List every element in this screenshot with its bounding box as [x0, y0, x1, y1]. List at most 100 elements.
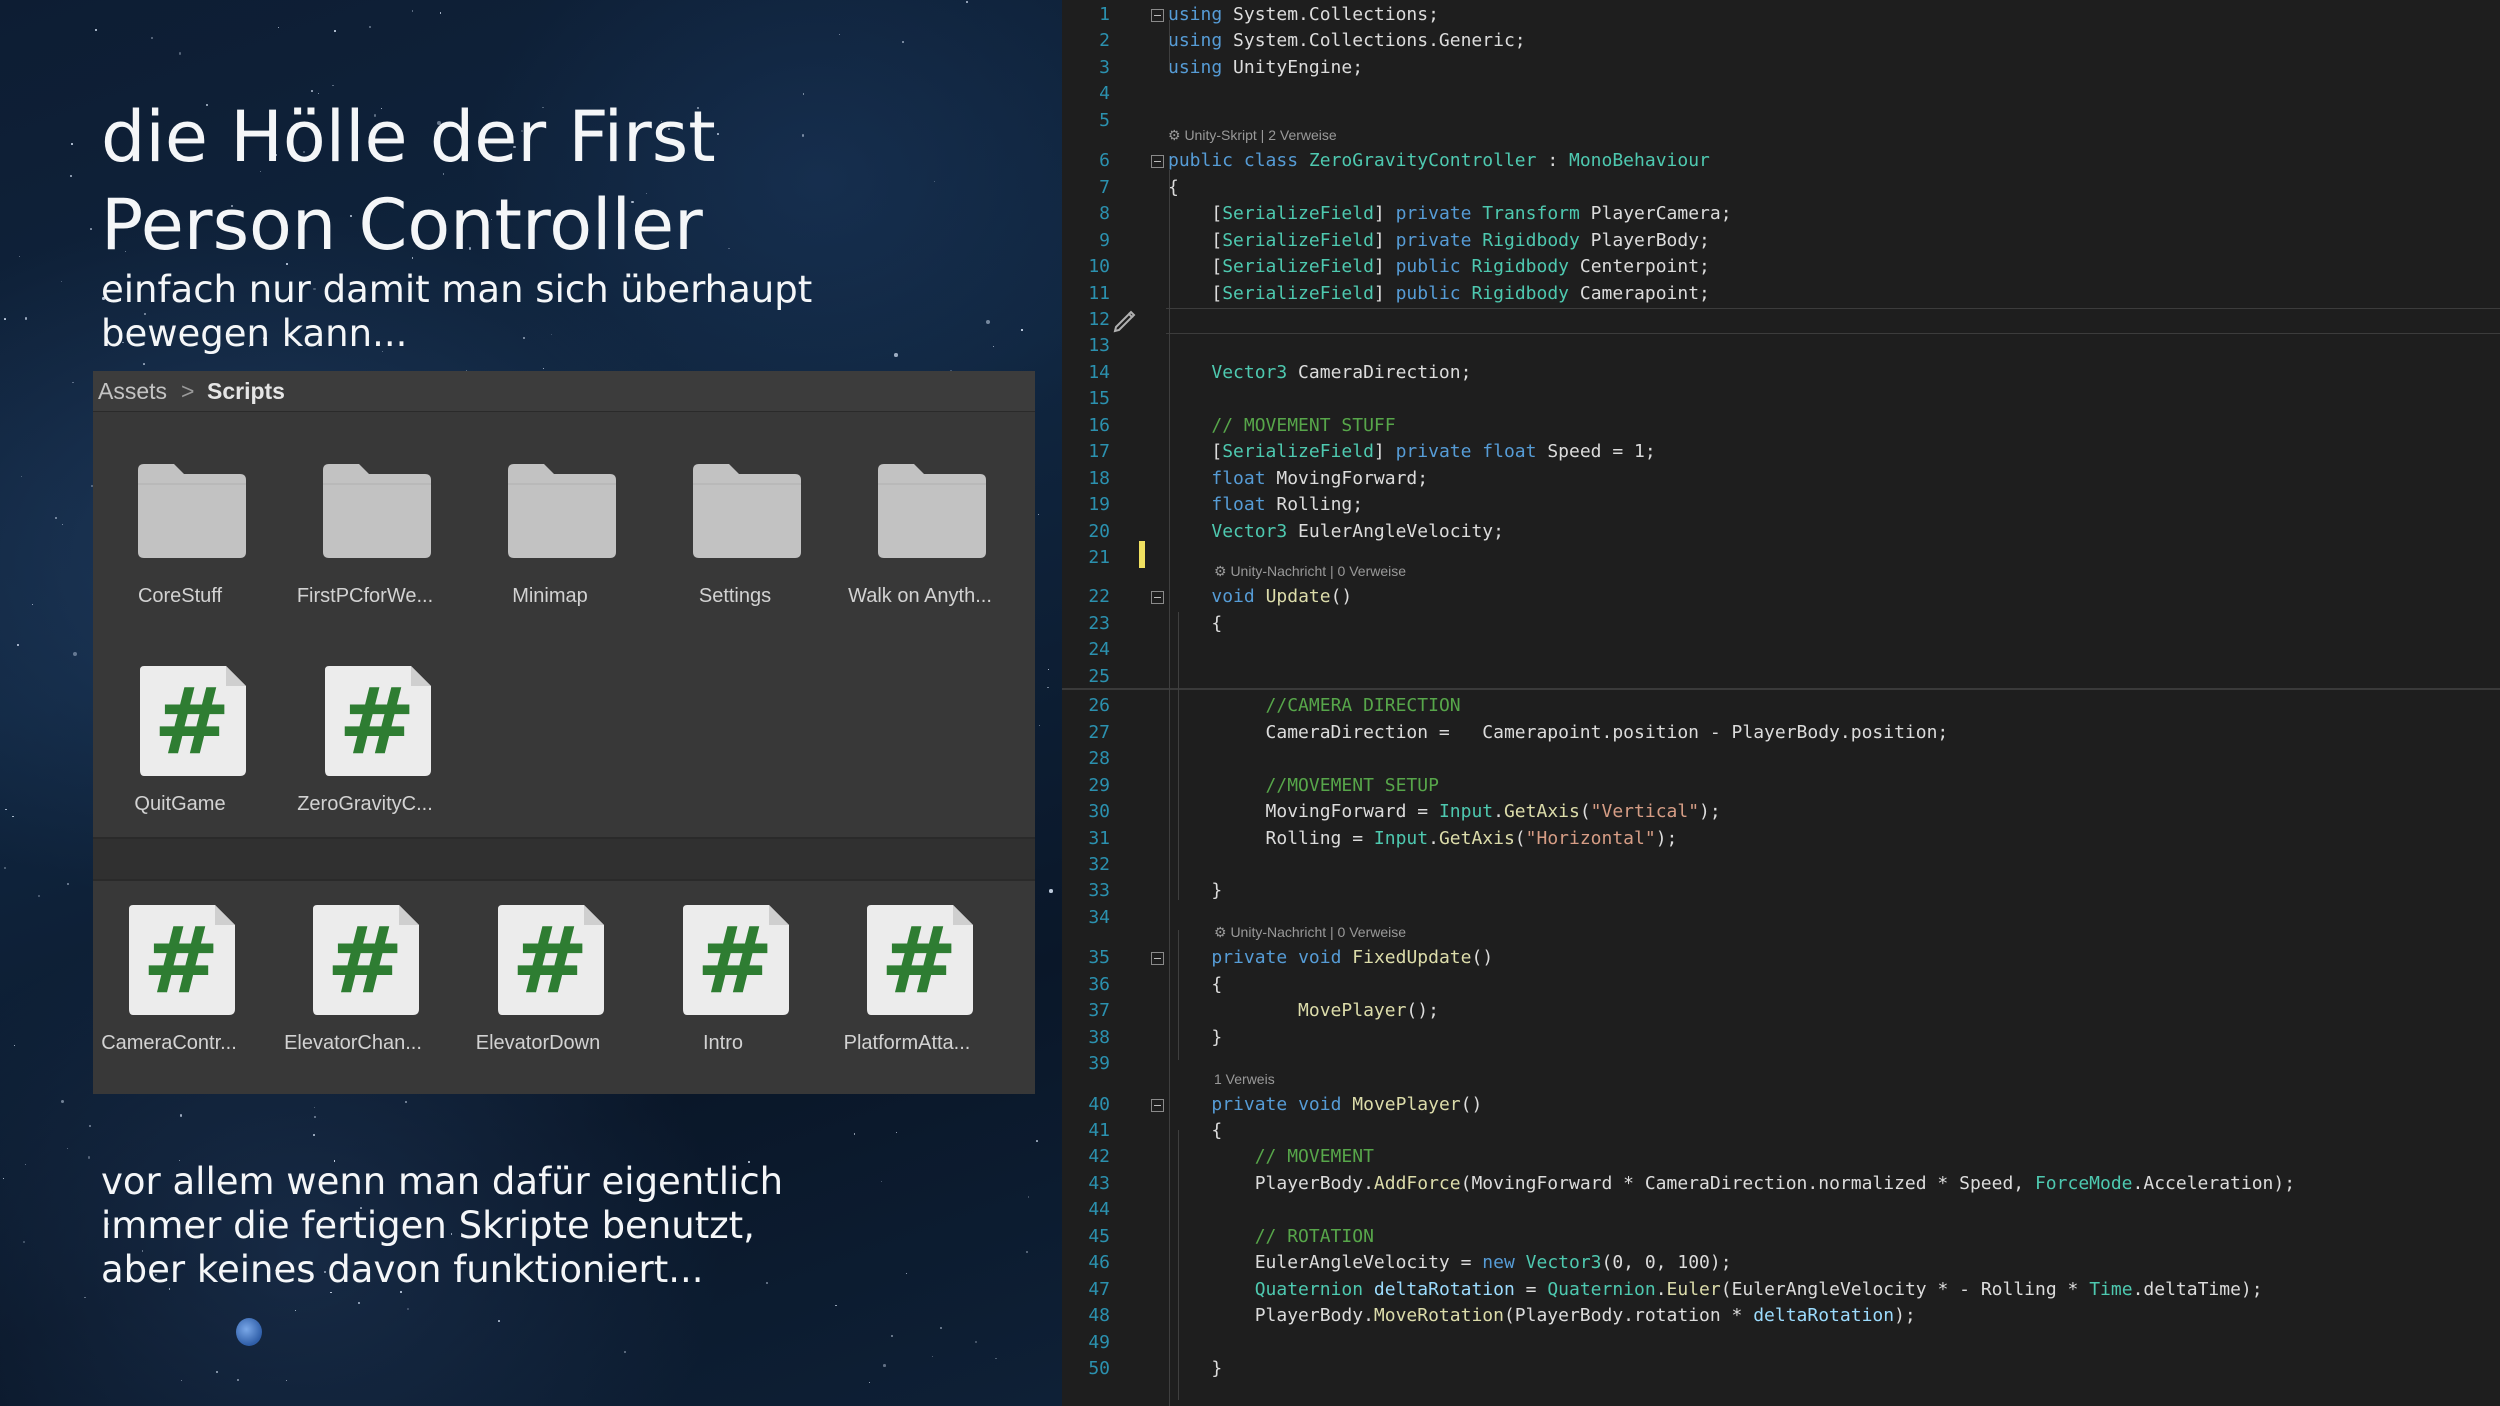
code-line[interactable]: using System.Collections; — [1168, 4, 1439, 26]
folder-icon — [504, 456, 620, 566]
script-item[interactable]: # CameraContr... — [77, 903, 261, 1083]
code-line[interactable]: MovePlayer(); — [1168, 1000, 1439, 1022]
asset-label: ElevatorChan... — [284, 1032, 422, 1054]
code-token: Quaternion — [1254, 1278, 1364, 1300]
code-line[interactable]: [SerializeField] private Transform Playe… — [1168, 203, 1731, 225]
code-line[interactable]: float MovingForward; — [1168, 468, 1428, 490]
star — [313, 1133, 315, 1136]
star — [72, 651, 77, 656]
collapse-toggle-icon[interactable] — [1151, 155, 1164, 169]
line-number: 36 — [1088, 973, 1110, 995]
breadcrumb: Assets > Scripts — [93, 371, 1035, 412]
line-number: 22 — [1088, 586, 1110, 608]
code-line[interactable]: } — [1168, 1358, 1222, 1380]
code-token: Rolling; — [1265, 494, 1364, 516]
script-item[interactable]: # ElevatorDown — [446, 903, 630, 1083]
line-number: 26 — [1088, 695, 1110, 717]
code-line[interactable]: //CAMERA DIRECTION — [1168, 695, 1461, 717]
collapse-toggle-icon[interactable] — [1151, 9, 1164, 22]
code-token: Time — [2089, 1278, 2133, 1300]
line-number: 17 — [1088, 441, 1110, 463]
star — [1047, 669, 1050, 671]
code-line[interactable]: private void MovePlayer() — [1168, 1094, 1482, 1116]
split-view-divider[interactable] — [1062, 688, 2500, 690]
collapse-toggle-icon[interactable] — [1151, 1098, 1164, 1112]
star — [24, 317, 28, 320]
star — [332, 84, 334, 86]
code-line[interactable]: // MOVEMENT — [1168, 1146, 1374, 1168]
script-item[interactable]: # Intro — [631, 903, 815, 1083]
star — [717, 133, 720, 136]
script-item[interactable]: # PlatformAtta... — [815, 903, 999, 1083]
code-line[interactable]: float Rolling; — [1168, 494, 1363, 516]
code-line[interactable]: //MOVEMENT SETUP — [1168, 775, 1439, 797]
folder-item[interactable]: Settings — [643, 456, 827, 636]
code-line[interactable]: { — [1168, 1120, 1222, 1142]
codelens-hint[interactable]: 1 Verweis — [1214, 1070, 1275, 1088]
code-line[interactable]: } — [1168, 1027, 1222, 1049]
code-line[interactable]: Vector3 CameraDirection; — [1168, 362, 1471, 384]
code-line[interactable]: { — [1168, 613, 1222, 635]
code-line[interactable]: } — [1168, 880, 1222, 902]
code-token: Camerapoint; — [1569, 282, 1710, 304]
code-token: MoveRotation — [1373, 1305, 1504, 1327]
script-item[interactable]: # ZeroGravityC... — [273, 664, 457, 844]
code-line[interactable]: PlayerBody.MoveRotation(PlayerBody.rotat… — [1168, 1305, 1916, 1327]
collapse-toggle-icon[interactable] — [1151, 952, 1164, 966]
code-token: [ — [1168, 229, 1223, 251]
breadcrumb-scripts[interactable]: Scripts — [207, 377, 285, 405]
code-line[interactable]: [SerializeField] private float Speed = 1… — [1168, 441, 1655, 463]
star — [72, 381, 75, 384]
code-token: public — [1395, 282, 1461, 304]
code-line[interactable]: [SerializeField] public Rigidbody Center… — [1168, 256, 1710, 278]
codelens-hint[interactable]: ⚙ Unity-Skript | 2 Verweise — [1168, 126, 1337, 144]
code-line[interactable]: { — [1168, 974, 1222, 996]
code-token: . — [1655, 1278, 1667, 1300]
code-line[interactable]: Vector3 EulerAngleVelocity; — [1168, 521, 1504, 543]
code-line[interactable]: EulerAngleVelocity = new Vector3(0, 0, 1… — [1168, 1252, 1732, 1274]
code-token: ] — [1373, 282, 1396, 304]
code-line[interactable]: Rolling = Input.GetAxis("Horizontal"); — [1168, 827, 1678, 850]
code-line[interactable]: // ROTATION — [1168, 1226, 1374, 1248]
code-token: ] — [1373, 441, 1396, 463]
code-token: // MOVEMENT STUFF — [1211, 414, 1396, 436]
folder-item[interactable]: Minimap — [458, 456, 642, 636]
breadcrumb-separator-icon: > — [181, 378, 195, 404]
code-line[interactable]: void Update() — [1168, 586, 1352, 608]
code-token: Rigidbody — [1471, 282, 1570, 304]
code-token: Input — [1438, 801, 1494, 823]
code-line[interactable]: MovingForward = Input.GetAxis("Vertical"… — [1168, 801, 1721, 823]
code-token: Euler — [1666, 1278, 1721, 1300]
star — [151, 37, 154, 39]
star — [835, 1304, 837, 1307]
codelens-hint[interactable]: ⚙ Unity-Nachricht | 0 Verweise — [1214, 923, 1406, 941]
edit-pencil-icon[interactable] — [1112, 307, 1138, 333]
code-editor[interactable]: 1 using System.Collections; 2 using System.… — [1062, 0, 2500, 1406]
code-line[interactable]: public class ZeroGravityController : Mon… — [1168, 150, 1710, 172]
script-item[interactable]: # ElevatorChan... — [261, 903, 445, 1083]
script-item[interactable]: # QuitGame — [88, 664, 272, 844]
code-line[interactable]: PlayerBody.AddForce(MovingForward * Came… — [1168, 1173, 2295, 1195]
code-line[interactable]: // MOVEMENT STUFF — [1168, 414, 1396, 437]
star — [407, 1307, 410, 1311]
breadcrumb-assets[interactable]: Assets — [98, 377, 167, 405]
star — [87, 1156, 91, 1159]
folder-item[interactable]: CoreStuff — [88, 456, 272, 636]
code-line[interactable]: using System.Collections.Generic; — [1168, 30, 1526, 52]
indent-guide — [1169, 170, 1170, 1406]
code-line[interactable]: using UnityEngine; — [1168, 57, 1363, 79]
folder-item[interactable]: Walk on Anyth... — [828, 456, 1012, 636]
code-line[interactable]: Quaternion deltaRotation = Quaternion.Eu… — [1168, 1279, 2263, 1301]
code-line[interactable]: private void FixedUpdate() — [1168, 947, 1493, 969]
star — [405, 1101, 408, 1104]
folder-item[interactable]: FirstPCforWe... — [273, 456, 457, 636]
code-line[interactable]: [SerializeField] public Rigidbody Camera… — [1168, 283, 1710, 305]
code-line[interactable]: [SerializeField] private Rigidbody Playe… — [1168, 230, 1710, 252]
code-token: public — [1168, 150, 1234, 172]
codelens-hint[interactable]: ⚙ Unity-Nachricht | 0 Verweise — [1214, 562, 1406, 580]
code-token: ( — [1514, 827, 1526, 849]
collapse-toggle-icon[interactable] — [1151, 591, 1164, 605]
code-line[interactable]: CameraDirection = Camerapoint.position -… — [1168, 722, 1949, 744]
